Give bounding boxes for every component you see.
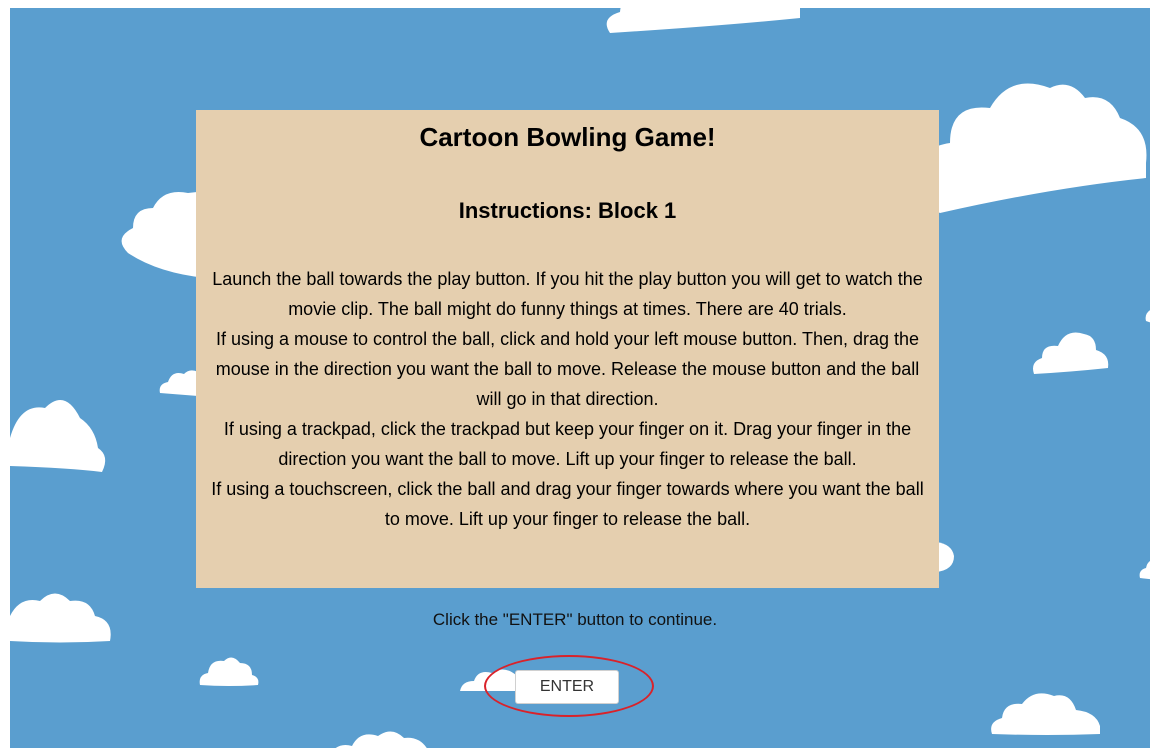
cloud-left-mid (10, 400, 106, 472)
instructions-paragraph-trackpad: If using a trackpad, click the trackpad … (223, 419, 912, 469)
cloud-left-small (159, 370, 198, 396)
cloud-right-far (1145, 310, 1150, 323)
instructions-panel: Cartoon Bowling Game! Instructions: Bloc… (196, 110, 939, 588)
instructions-heading: Instructions: Block 1 (458, 198, 677, 223)
cloud-panel-edge (936, 542, 954, 572)
cloud-top-center (606, 8, 800, 33)
cloud-top-right (922, 83, 1147, 213)
instructions-paragraph-mouse: If using a mouse to control the ball, cl… (215, 329, 920, 409)
cloud-bottom-center (335, 731, 427, 748)
cloud-bottom-left (199, 657, 259, 686)
cloud-left-upper (121, 191, 206, 278)
instructions-paragraph-goal: Launch the ball towards the play button.… (212, 269, 923, 319)
instructions-paragraph-touchscreen: If using a touchscreen, click the ball a… (211, 479, 924, 529)
cloud-right-mid (1033, 332, 1109, 374)
cloud-right-small (1139, 561, 1150, 580)
cloud-bottom-right (991, 693, 1100, 735)
game-viewport: Cartoon Bowling Game! Instructions: Bloc… (10, 8, 1150, 748)
instructions-body: Launch the ball towards the play button.… (208, 264, 927, 534)
continue-hint: Click the "ENTER" button to continue. (432, 610, 718, 629)
game-title: Cartoon Bowling Game! (419, 122, 716, 152)
enter-button[interactable]: ENTER (515, 670, 619, 704)
